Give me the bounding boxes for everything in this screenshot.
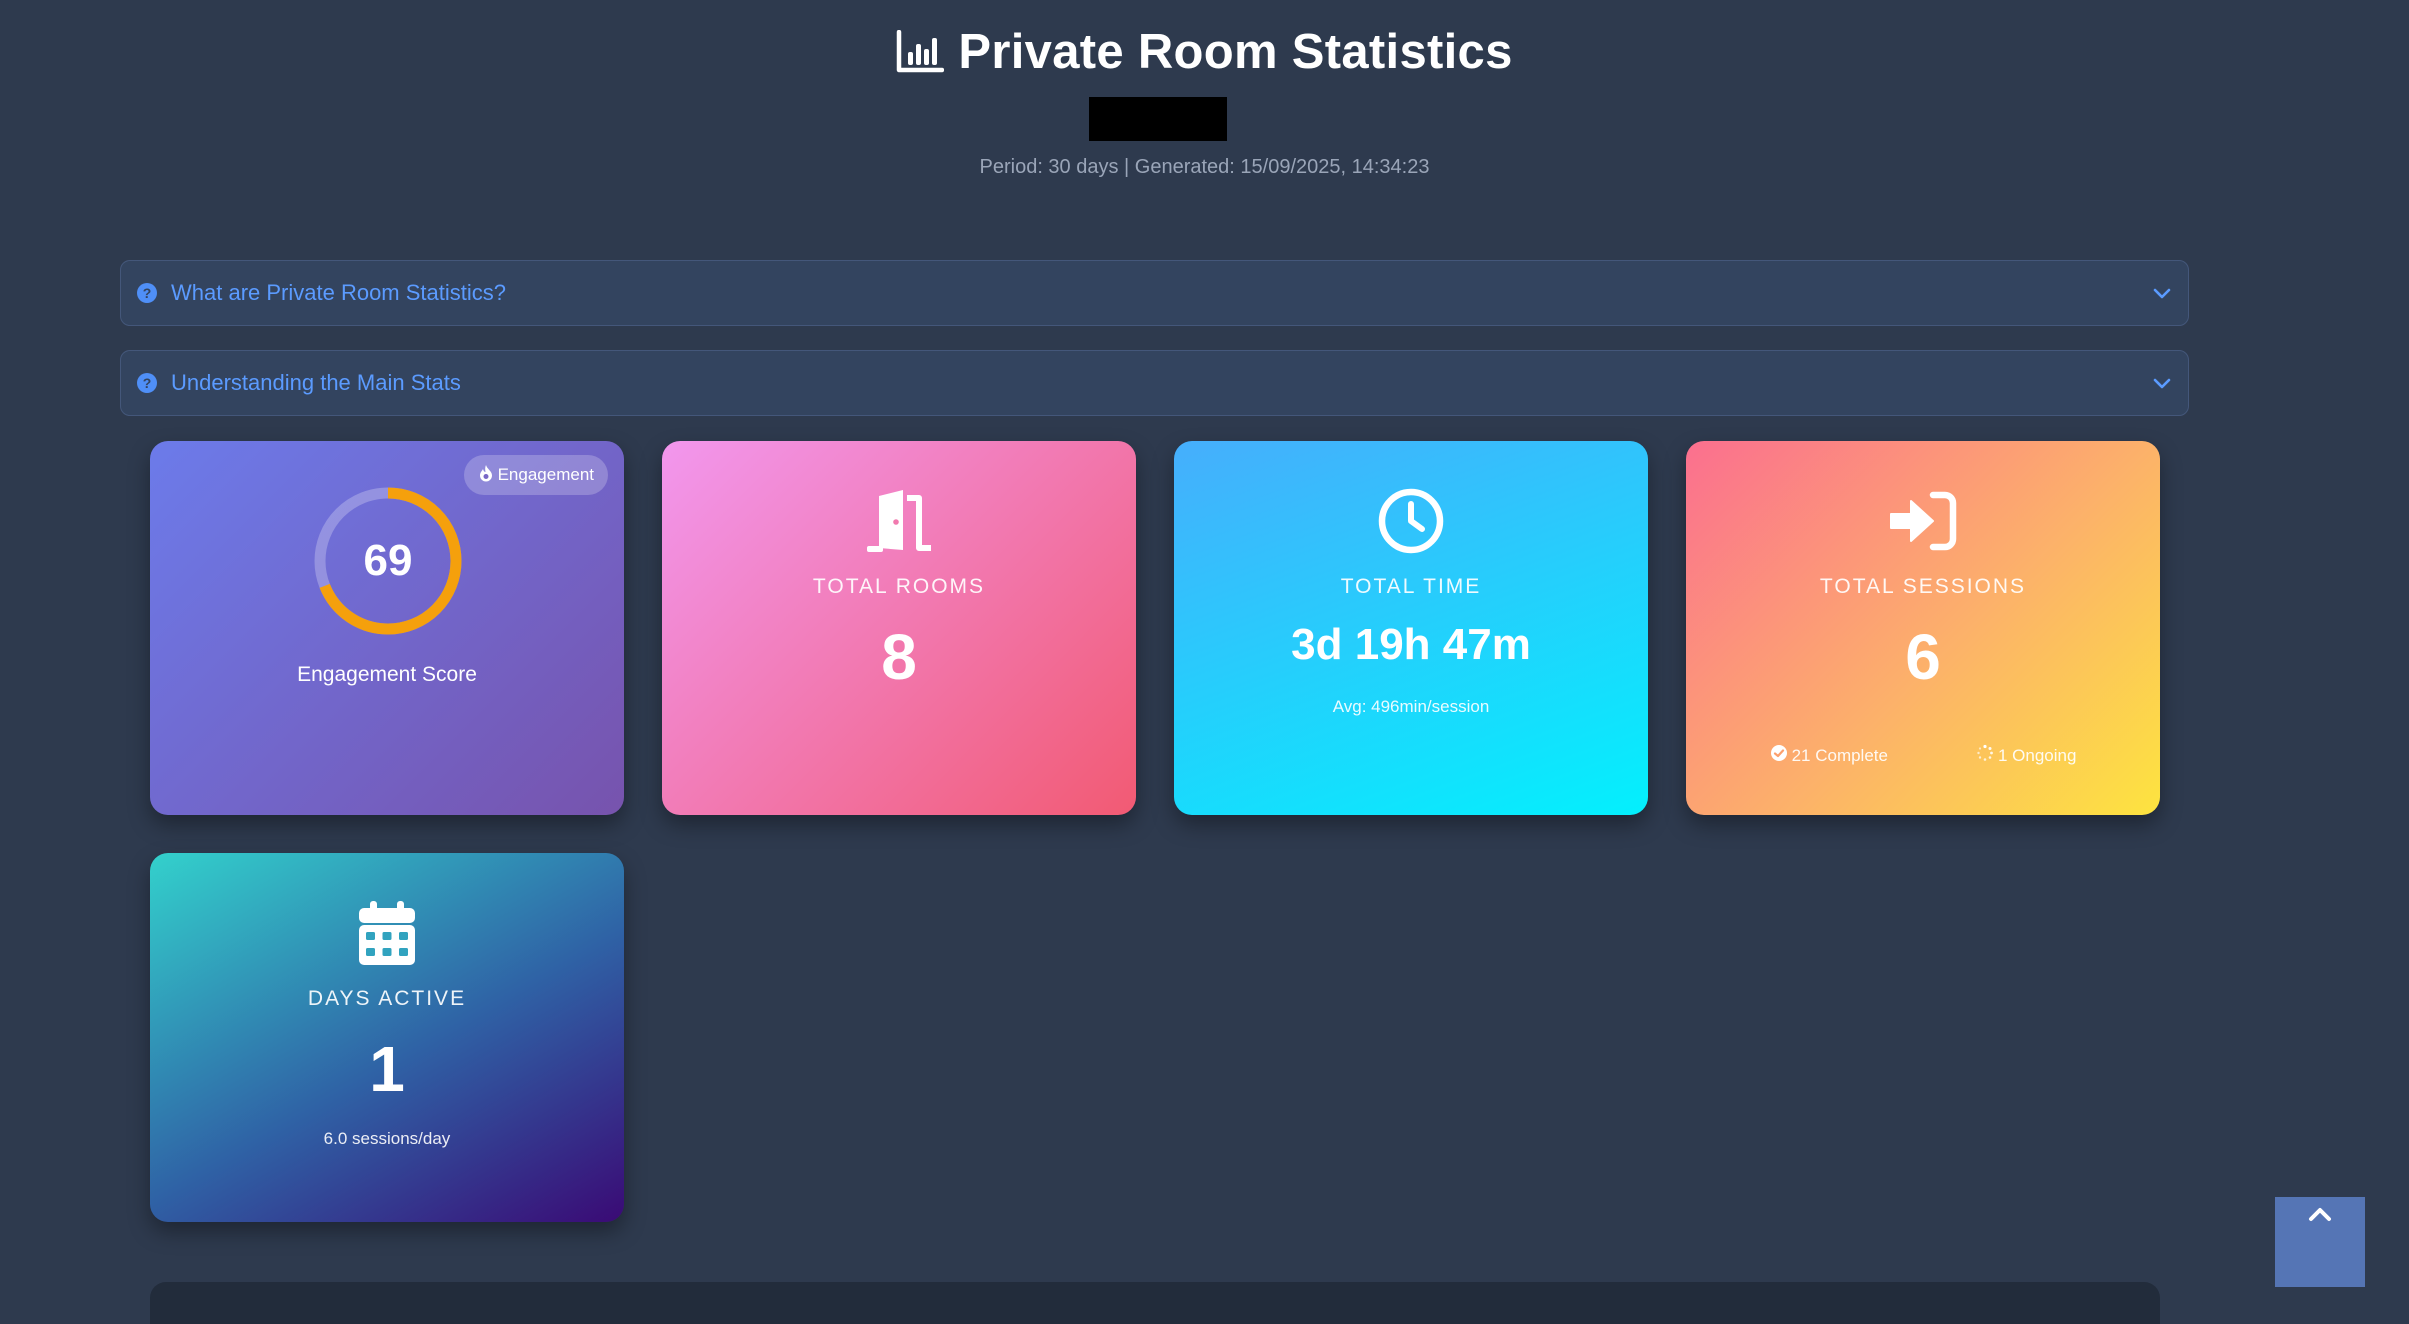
- redacted-block: [1089, 97, 1227, 141]
- sessions-ongoing-text: 1 Ongoing: [1997, 745, 2077, 765]
- sign-in-icon: [1686, 485, 2160, 557]
- accordion-label: What are Private Room Statistics?: [171, 280, 507, 305]
- clock-icon: [1174, 485, 1648, 557]
- page-header: Private Room Statistics: [0, 24, 2409, 80]
- total-sessions-card: TOTAL SESSIONS 6 21 Complete 1 Ongoing: [1686, 441, 2160, 815]
- stats-page: Private Room Statistics Period: 30 days …: [0, 0, 2409, 1324]
- total-rooms-value: 8: [881, 621, 917, 693]
- days-active-card: DAYS ACTIVE 1 6.0 sessions/day: [150, 853, 624, 1222]
- sessions-complete-text: 21 Complete: [1791, 745, 1888, 765]
- period-meta: Period: 30 days | Generated: 15/09/2025,…: [979, 156, 1430, 178]
- total-rooms-label: TOTAL ROOMS: [812, 575, 986, 598]
- days-active-rate: 6.0 sessions/day: [323, 1129, 451, 1148]
- engagement-score: 69: [363, 536, 413, 585]
- total-time-label: TOTAL TIME: [1340, 575, 1482, 598]
- scroll-to-top-button[interactable]: [2275, 1197, 2365, 1287]
- days-active-label: DAYS ACTIVE: [307, 987, 467, 1010]
- sessions-breakdown: 21 Complete 1 Ongoing: [1686, 744, 2160, 767]
- accordion-understanding-stats[interactable]: ? Understanding the Main Stats: [120, 350, 2189, 416]
- engagement-badge-label: Engagement: [497, 465, 594, 484]
- total-sessions-label: TOTAL SESSIONS: [1819, 575, 2027, 598]
- question-circle-icon: ?: [137, 283, 157, 303]
- total-time-avg: Avg: 496min/session: [1332, 697, 1490, 716]
- spinner-icon: [1976, 744, 1994, 767]
- total-time-value: 3d 19h 47m: [1291, 620, 1531, 669]
- sessions-complete: 21 Complete: [1770, 744, 1888, 767]
- days-active-value: 1: [369, 1033, 405, 1105]
- total-time-card: TOTAL TIME 3d 19h 47m Avg: 496min/sessio…: [1174, 441, 1648, 815]
- check-circle-icon: [1770, 744, 1788, 767]
- chevron-up-icon: [2307, 1205, 2333, 1228]
- accordion-what-are-stats[interactable]: ? What are Private Room Statistics?: [120, 260, 2189, 326]
- fire-icon: [478, 464, 494, 487]
- engagement-ring: 69: [312, 485, 464, 637]
- accordion-label: Understanding the Main Stats: [171, 370, 461, 395]
- calendar-icon: [150, 897, 624, 969]
- page-title: Private Room Statistics: [896, 24, 1512, 80]
- engagement-score-label: Engagement Score: [297, 663, 477, 686]
- chevron-down-icon: [2152, 286, 2172, 300]
- door-open-icon: [662, 485, 1136, 557]
- engagement-badge: Engagement: [463, 455, 608, 495]
- sessions-ongoing: 1 Ongoing: [1976, 744, 2076, 767]
- chevron-down-icon: [2152, 376, 2172, 390]
- bar-chart-icon: [896, 30, 945, 74]
- question-circle-icon: ?: [137, 373, 157, 393]
- page-title-text: Private Room Statistics: [958, 25, 1513, 79]
- total-sessions-value: 6: [1905, 621, 1941, 693]
- next-section-panel: [150, 1282, 2160, 1324]
- engagement-card: Engagement 69 Engagement Score: [150, 441, 624, 815]
- total-rooms-card: TOTAL ROOMS 8: [662, 441, 1136, 815]
